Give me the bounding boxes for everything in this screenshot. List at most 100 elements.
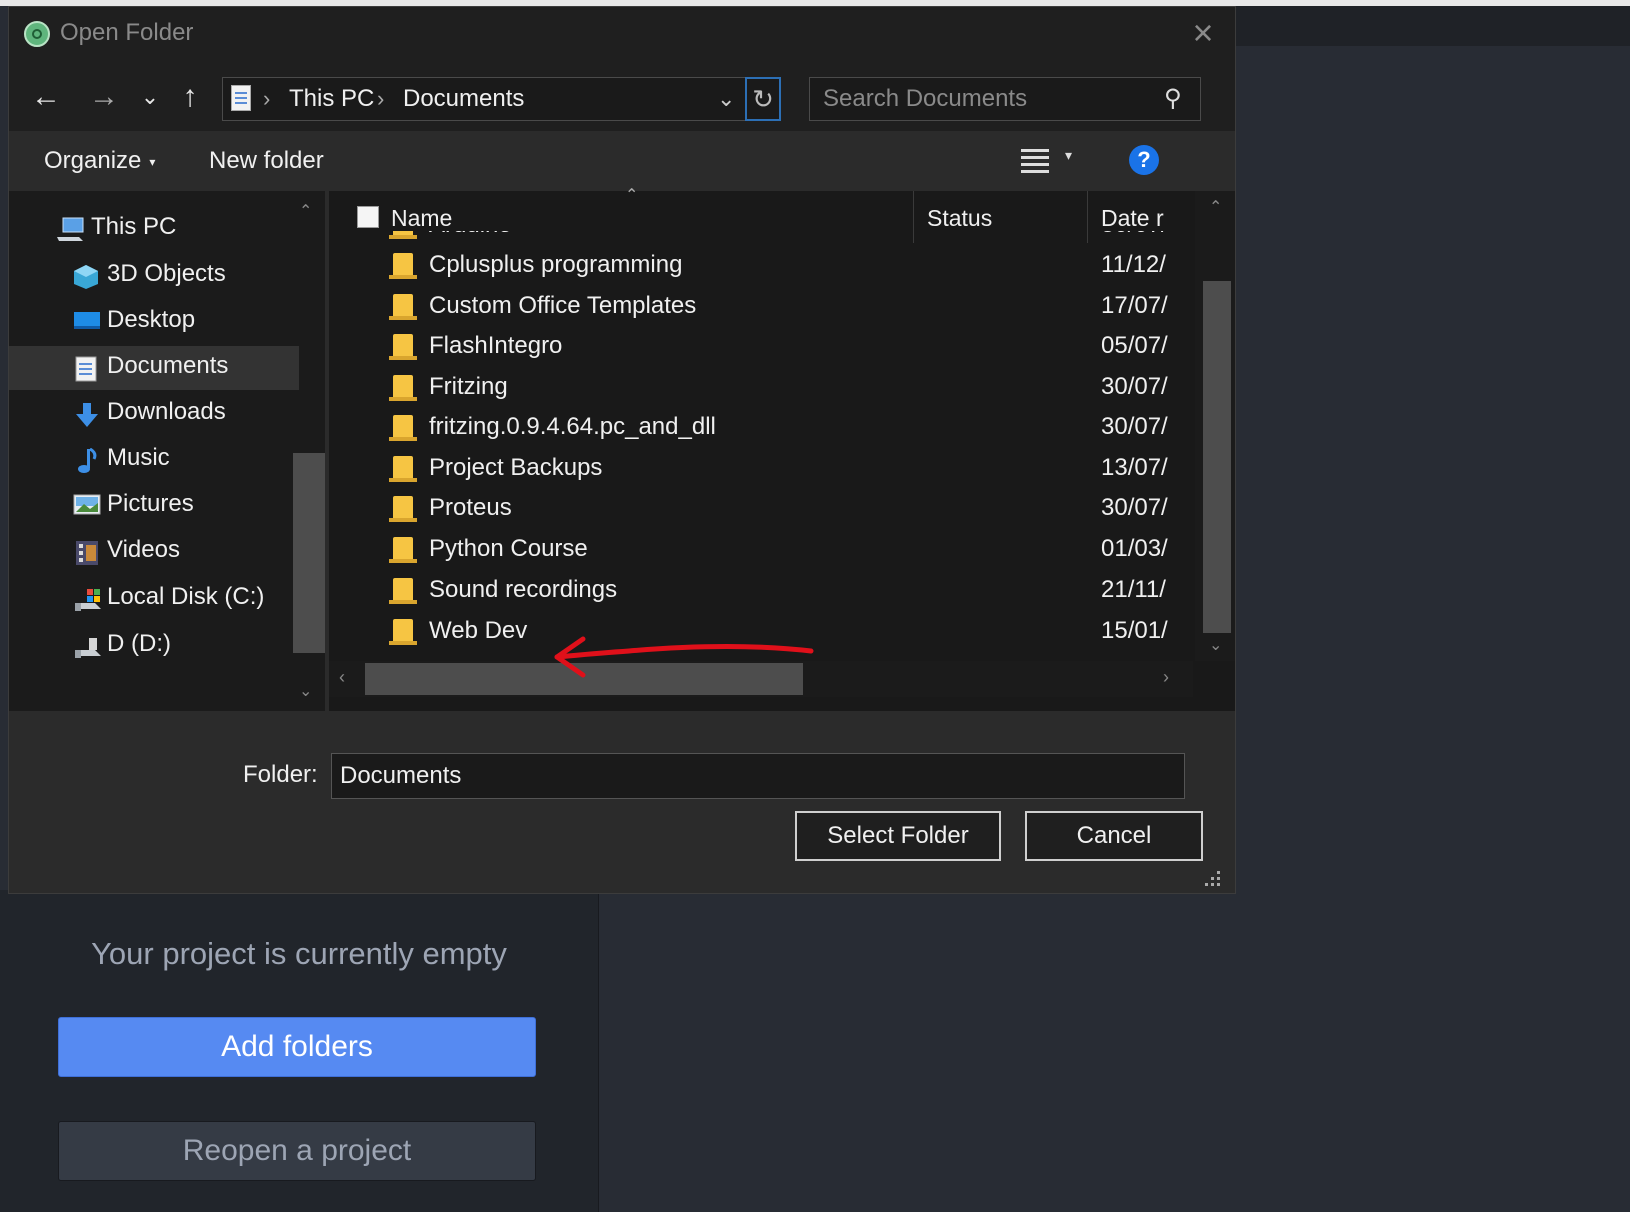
dialog-titlebar: Open Folder × (9, 7, 1235, 65)
select-all-checkbox[interactable] (357, 206, 379, 228)
column-header-status[interactable]: Status (927, 205, 992, 232)
row-date: 21/11/ (1101, 576, 1166, 603)
address-dropdown-icon[interactable]: ⌄ (717, 86, 735, 112)
recent-locations-chevron-icon[interactable]: ⌄ (133, 79, 167, 115)
cancel-button[interactable]: Cancel (1025, 811, 1203, 861)
breadcrumb-this-pc[interactable]: This PC (289, 85, 374, 113)
download-arrow-icon (75, 402, 101, 427)
table-row[interactable]: Custom Office Templates 17/07/ (329, 288, 1193, 329)
row-date: 13/07/ (1101, 454, 1168, 481)
back-arrow-icon[interactable]: ← (29, 79, 63, 115)
row-date: 17/07/ (1101, 292, 1168, 319)
tree-item-pictures[interactable]: Pictures (9, 484, 299, 528)
navigation-bar: ← → ⌄ ↑ › This PC › Documents ⌄ ↻ Search… (9, 65, 1235, 131)
tree-item-label: Desktop (107, 306, 196, 333)
tree-item-videos[interactable]: Videos (9, 530, 299, 574)
column-header-date[interactable]: Date r (1101, 205, 1164, 232)
documents-location-icon (231, 85, 251, 111)
music-note-icon (75, 447, 101, 473)
row-date: 05/07/ (1101, 332, 1168, 359)
up-arrow-icon[interactable]: ↑ (173, 79, 207, 115)
add-folders-button[interactable]: Add folders (58, 1017, 536, 1077)
view-dropdown-icon[interactable]: ▾ (1065, 147, 1072, 164)
folder-icon (389, 456, 417, 482)
table-row[interactable]: Fritzing 30/07/ (329, 369, 1193, 410)
tree-item-label: 3D Objects (107, 260, 226, 287)
table-row[interactable]: Python Course 01/03/ (329, 531, 1193, 572)
select-folder-button[interactable]: Select Folder (795, 811, 1001, 861)
forward-arrow-icon[interactable]: → (87, 79, 121, 115)
document-icon (75, 356, 101, 382)
tree-item-downloads[interactable]: Downloads (9, 392, 299, 436)
folder-icon (389, 578, 417, 604)
dropdown-arrow-icon: ▾ (149, 154, 156, 169)
tree-scrollbar-thumb[interactable] (293, 453, 325, 653)
folder-icon (389, 253, 417, 279)
tree-item-3d-objects[interactable]: 3D Objects (9, 254, 299, 298)
tree-item-desktop[interactable]: Desktop (9, 300, 299, 344)
address-bar[interactable]: › This PC › Documents ⌄ (222, 77, 758, 121)
table-row[interactable]: Cplusplus programming 11/12/ (329, 247, 1193, 288)
row-name: FlashIntegro (429, 332, 563, 359)
breadcrumb-documents[interactable]: Documents (403, 85, 524, 113)
scroll-up-icon[interactable]: ⌃ (1209, 197, 1222, 217)
folder-icon (389, 334, 417, 360)
folder-name-field[interactable] (331, 753, 1185, 799)
tree-item-label: Pictures (107, 490, 194, 517)
reopen-project-button[interactable]: Reopen a project (58, 1121, 536, 1181)
organize-button[interactable]: Organize ▾ (44, 147, 155, 175)
tree-item-label: This PC (91, 213, 177, 240)
tree-item-music[interactable]: Music (9, 438, 299, 482)
resize-grip-icon[interactable] (1205, 871, 1221, 887)
table-row[interactable]: Arduino 30/07/ (329, 231, 1193, 248)
annotation-arrow (554, 636, 814, 678)
tree-item-label: Downloads (107, 398, 226, 425)
picture-icon (73, 494, 101, 518)
row-name: Fritzing (429, 373, 508, 400)
new-folder-button[interactable]: New folder (209, 147, 324, 175)
table-row[interactable]: Sound recordings 21/11/ (329, 572, 1193, 613)
row-date: 30/07/ (1101, 413, 1168, 440)
search-input[interactable]: Search Documents ⚲ (809, 77, 1201, 121)
folder-icon (389, 496, 417, 522)
row-name: Python Course (429, 535, 588, 562)
tree-item-d-drive[interactable]: D (D:) (9, 624, 299, 668)
column-header-name[interactable]: Name (391, 205, 452, 232)
refresh-icon[interactable]: ↻ (745, 77, 781, 121)
tree-item-this-pc[interactable]: This PC (9, 207, 299, 251)
navigation-tree: This PC 3D Objects Desktop Documents Dow… (9, 191, 325, 711)
file-list: ⌃ Name Status Date r Arduino 30/07/ Cplus… (329, 187, 1235, 711)
vertical-scroll-thumb[interactable] (1203, 281, 1231, 633)
open-folder-dialog: Open Folder × ← → ⌄ ↑ › This PC › Docume… (8, 6, 1236, 894)
scroll-down-icon[interactable]: ⌄ (299, 681, 312, 701)
table-row[interactable]: Proteus 30/07/ (329, 490, 1193, 531)
folder-icon (389, 294, 417, 320)
command-toolbar: Organize ▾ New folder ▾ ? (9, 131, 1235, 191)
scroll-down-icon[interactable]: ⌄ (1209, 635, 1222, 655)
scroll-right-icon[interactable]: › (1163, 667, 1169, 688)
search-placeholder: Search Documents (823, 85, 1028, 112)
table-row[interactable]: FlashIntegro 05/07/ (329, 328, 1193, 369)
drive-icon (73, 587, 101, 611)
chevron-right-icon[interactable]: › (377, 86, 384, 112)
scroll-left-icon[interactable]: ‹ (339, 667, 345, 688)
row-name: Cplusplus programming (429, 251, 683, 278)
view-details-icon[interactable] (1021, 147, 1049, 173)
close-icon[interactable]: × (1187, 15, 1219, 51)
tree-item-label: Documents (107, 352, 229, 379)
tree-item-documents[interactable]: Documents (9, 346, 299, 390)
list-vertical-scrollbar[interactable]: ⌃ ⌄ (1195, 191, 1235, 661)
search-icon[interactable]: ⚲ (1164, 84, 1182, 113)
row-date: 30/07/ (1101, 494, 1168, 521)
drive-icon (73, 634, 101, 658)
row-name: fritzing.0.9.4.64.pc_and_dll (429, 413, 716, 440)
tree-item-local-disk-c[interactable]: Local Disk (C:) (9, 577, 299, 621)
table-row[interactable]: Project Backups 13/07/ (329, 450, 1193, 491)
tree-item-label: Videos (107, 536, 180, 563)
background-right-strip (1236, 6, 1630, 46)
help-icon[interactable]: ? (1129, 145, 1159, 175)
table-row[interactable]: fritzing.0.9.4.64.pc_and_dll 30/07/ (329, 409, 1193, 450)
organize-label: Organize (44, 147, 142, 174)
scroll-up-icon[interactable]: ⌃ (299, 201, 312, 221)
chevron-right-icon[interactable]: › (263, 86, 270, 112)
